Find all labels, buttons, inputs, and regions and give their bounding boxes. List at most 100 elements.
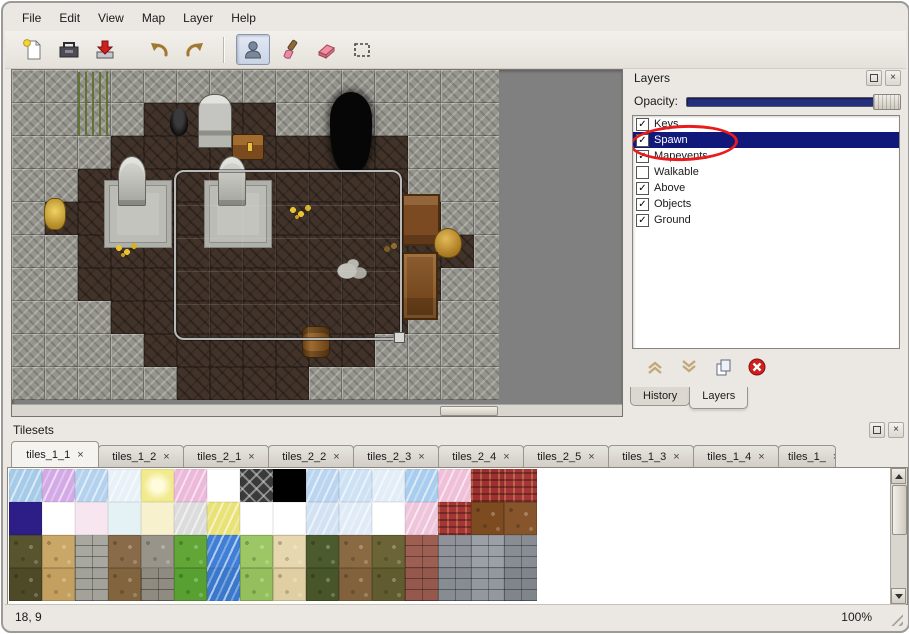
tileset-tile[interactable] — [75, 502, 108, 535]
map-tile[interactable] — [309, 367, 342, 400]
panel-splitter[interactable] — [622, 69, 627, 415]
map-tile[interactable] — [45, 136, 78, 169]
tileset-tab-tiles_2_2[interactable]: tiles_2_2× — [268, 445, 354, 467]
map-tile[interactable] — [78, 136, 111, 169]
tileset-tab-tiles_1_3[interactable]: tiles_1_3× — [608, 445, 694, 467]
map-tile[interactable] — [408, 136, 441, 169]
layer-row-above[interactable]: ✓Above — [633, 180, 899, 196]
opacity-slider-handle[interactable] — [873, 94, 901, 110]
tileset-tab-tiles_1_[interactable]: tiles_1_× — [778, 445, 836, 467]
map-tile[interactable] — [474, 268, 499, 301]
map-tile[interactable] — [78, 334, 111, 367]
stamp-tool-button[interactable] — [236, 34, 270, 65]
tileset-tile[interactable] — [471, 568, 504, 601]
menu-layer[interactable]: Layer — [174, 8, 222, 28]
tab-close-icon[interactable]: × — [248, 451, 254, 463]
layer-visibility-checkbox[interactable]: ✓ — [636, 150, 649, 163]
menu-help[interactable]: Help — [222, 8, 265, 28]
tileset-tile[interactable] — [240, 568, 273, 601]
map-tile[interactable] — [276, 70, 309, 103]
tileset-tile[interactable] — [174, 469, 207, 502]
tileset-tile[interactable] — [504, 469, 537, 502]
tileset-tile[interactable] — [471, 502, 504, 535]
map-tile[interactable] — [474, 103, 499, 136]
tileset-tile[interactable] — [438, 502, 471, 535]
tileset-tab-tiles_2_4[interactable]: tiles_2_4× — [438, 445, 524, 467]
tileset-tile[interactable] — [504, 568, 537, 601]
eraser-tool-button[interactable] — [310, 35, 342, 64]
map-tile[interactable] — [45, 301, 78, 334]
map-tile[interactable] — [474, 169, 499, 202]
tileset-tile[interactable] — [339, 535, 372, 568]
map-tile[interactable] — [375, 136, 408, 169]
tileset-tile[interactable] — [207, 535, 240, 568]
tileset-tile[interactable] — [9, 568, 42, 601]
map-tile[interactable] — [12, 103, 45, 136]
menu-view[interactable]: View — [89, 8, 133, 28]
layer-row-keys[interactable]: ✓Keys — [633, 116, 899, 132]
map-tile[interactable] — [474, 367, 499, 400]
map-tile[interactable] — [45, 268, 78, 301]
layer-visibility-checkbox[interactable]: ✓ — [636, 198, 649, 211]
layer-visibility-checkbox[interactable]: ✓ — [636, 118, 649, 131]
map-tile[interactable] — [12, 334, 45, 367]
map-tile[interactable] — [111, 70, 144, 103]
map-tile[interactable] — [177, 367, 210, 400]
tileset-tile[interactable] — [42, 535, 75, 568]
close-panel-button[interactable]: × — [888, 422, 904, 438]
map-tile[interactable] — [78, 268, 111, 301]
tileset-tile[interactable] — [405, 502, 438, 535]
map-tile[interactable] — [210, 367, 243, 400]
tileset-tile[interactable] — [438, 469, 471, 502]
tileset-tile[interactable] — [75, 568, 108, 601]
tileset-tile[interactable] — [504, 502, 537, 535]
raise-layer-button[interactable] — [644, 356, 666, 378]
layer-row-spawn[interactable]: ✓Spawn — [633, 132, 899, 148]
menu-map[interactable]: Map — [133, 8, 174, 28]
map-tile[interactable] — [408, 334, 441, 367]
map-canvas[interactable] — [11, 69, 623, 417]
tileset-tile[interactable] — [141, 535, 174, 568]
map-tile[interactable] — [474, 136, 499, 169]
map-horizontal-scrollbar[interactable] — [12, 404, 622, 416]
tileset-tab-tiles_1_1[interactable]: tiles_1_1× — [11, 441, 99, 467]
tileset-tile[interactable] — [240, 469, 273, 502]
tileset-tile[interactable] — [273, 469, 306, 502]
map-tile[interactable] — [441, 169, 474, 202]
layer-visibility-checkbox[interactable]: ✓ — [636, 182, 649, 195]
map-tile[interactable] — [12, 367, 45, 400]
map-tile[interactable] — [474, 70, 499, 103]
tileset-tile[interactable] — [141, 502, 174, 535]
float-panel-button[interactable] — [869, 422, 885, 438]
tileset-tile[interactable] — [306, 502, 339, 535]
tab-close-icon[interactable]: × — [503, 451, 509, 463]
tileset-tile[interactable] — [339, 568, 372, 601]
map-tile[interactable] — [78, 301, 111, 334]
tileset-tile[interactable] — [207, 568, 240, 601]
tileset-tile[interactable] — [306, 469, 339, 502]
tileset-tile[interactable] — [108, 568, 141, 601]
map-tile[interactable] — [144, 334, 177, 367]
tileset-tile[interactable] — [108, 535, 141, 568]
tileset-tile[interactable] — [108, 502, 141, 535]
tileset-tile[interactable] — [372, 469, 405, 502]
tab-close-icon[interactable]: × — [163, 451, 169, 463]
map-tile[interactable] — [441, 301, 474, 334]
tileset-tile[interactable] — [141, 568, 174, 601]
tileset-tile[interactable] — [75, 535, 108, 568]
open-button[interactable] — [53, 35, 85, 64]
map-tile[interactable] — [375, 367, 408, 400]
save-button[interactable] — [89, 35, 121, 64]
map-tile[interactable] — [144, 367, 177, 400]
map-tile[interactable] — [375, 103, 408, 136]
map-tile[interactable] — [12, 301, 45, 334]
tileset-tile[interactable] — [174, 568, 207, 601]
map-tile[interactable] — [441, 103, 474, 136]
tileset-tile[interactable] — [405, 535, 438, 568]
tab-close-icon[interactable]: × — [588, 451, 594, 463]
map-tile[interactable] — [45, 103, 78, 136]
tab-close-icon[interactable]: × — [833, 451, 836, 463]
tab-close-icon[interactable]: × — [673, 451, 679, 463]
tileset-tile[interactable] — [438, 535, 471, 568]
tileset-tab-tiles_1_2[interactable]: tiles_1_2× — [98, 445, 184, 467]
